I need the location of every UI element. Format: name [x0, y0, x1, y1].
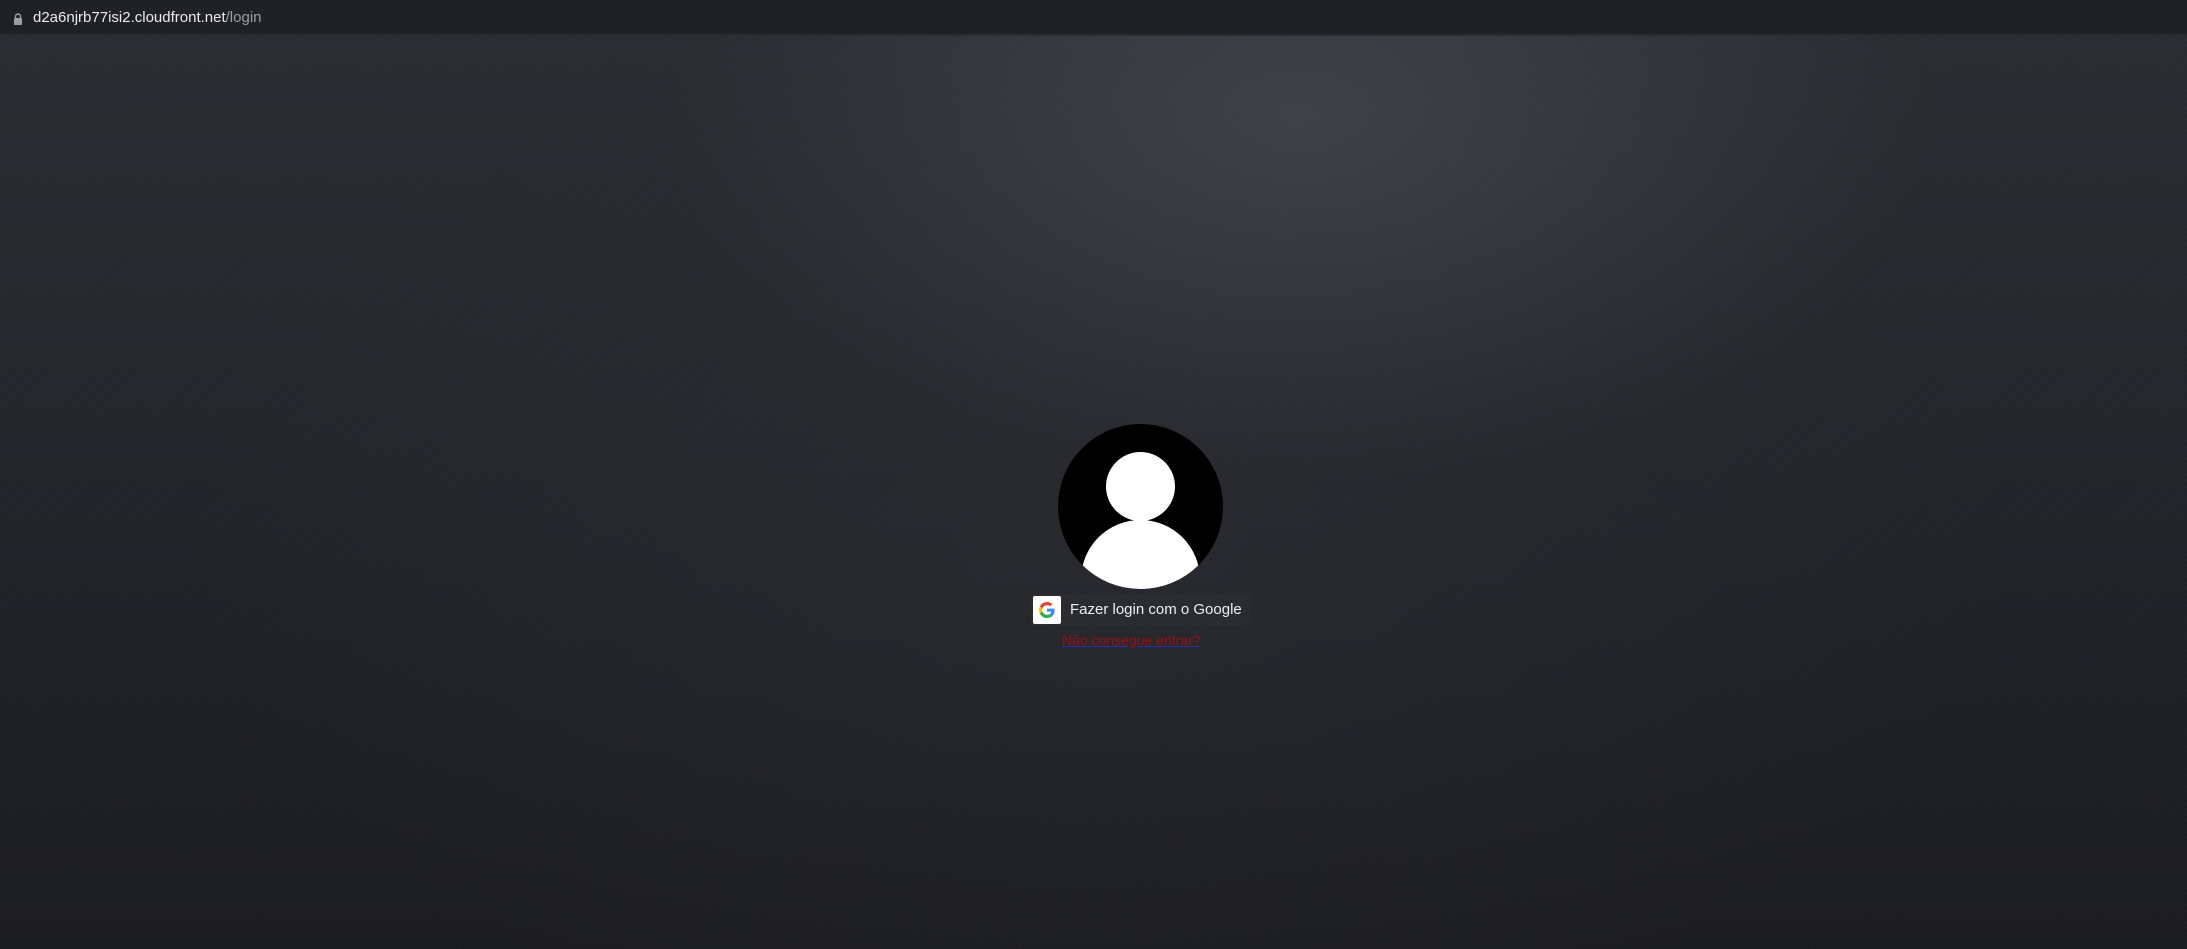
google-g-icon [1033, 596, 1061, 624]
user-avatar-icon [1058, 424, 1223, 589]
address-bar[interactable]: d2a6njrb77isi2.cloudfront.net/login [0, 0, 2187, 36]
url-host: d2a6njrb77isi2.cloudfront.net [33, 9, 226, 26]
url-text[interactable]: d2a6njrb77isi2.cloudfront.net/login [33, 9, 262, 27]
google-login-label: Fazer login com o Google [1070, 601, 1242, 618]
avatar-body [1081, 520, 1200, 589]
google-login-button[interactable]: Fazer login com o Google [1031, 594, 1251, 626]
lock-icon[interactable] [13, 12, 23, 25]
avatar-head [1106, 452, 1175, 521]
cant-login-link[interactable]: Não consegue entrar? [1062, 631, 1201, 649]
url-path: /login [225, 9, 262, 26]
